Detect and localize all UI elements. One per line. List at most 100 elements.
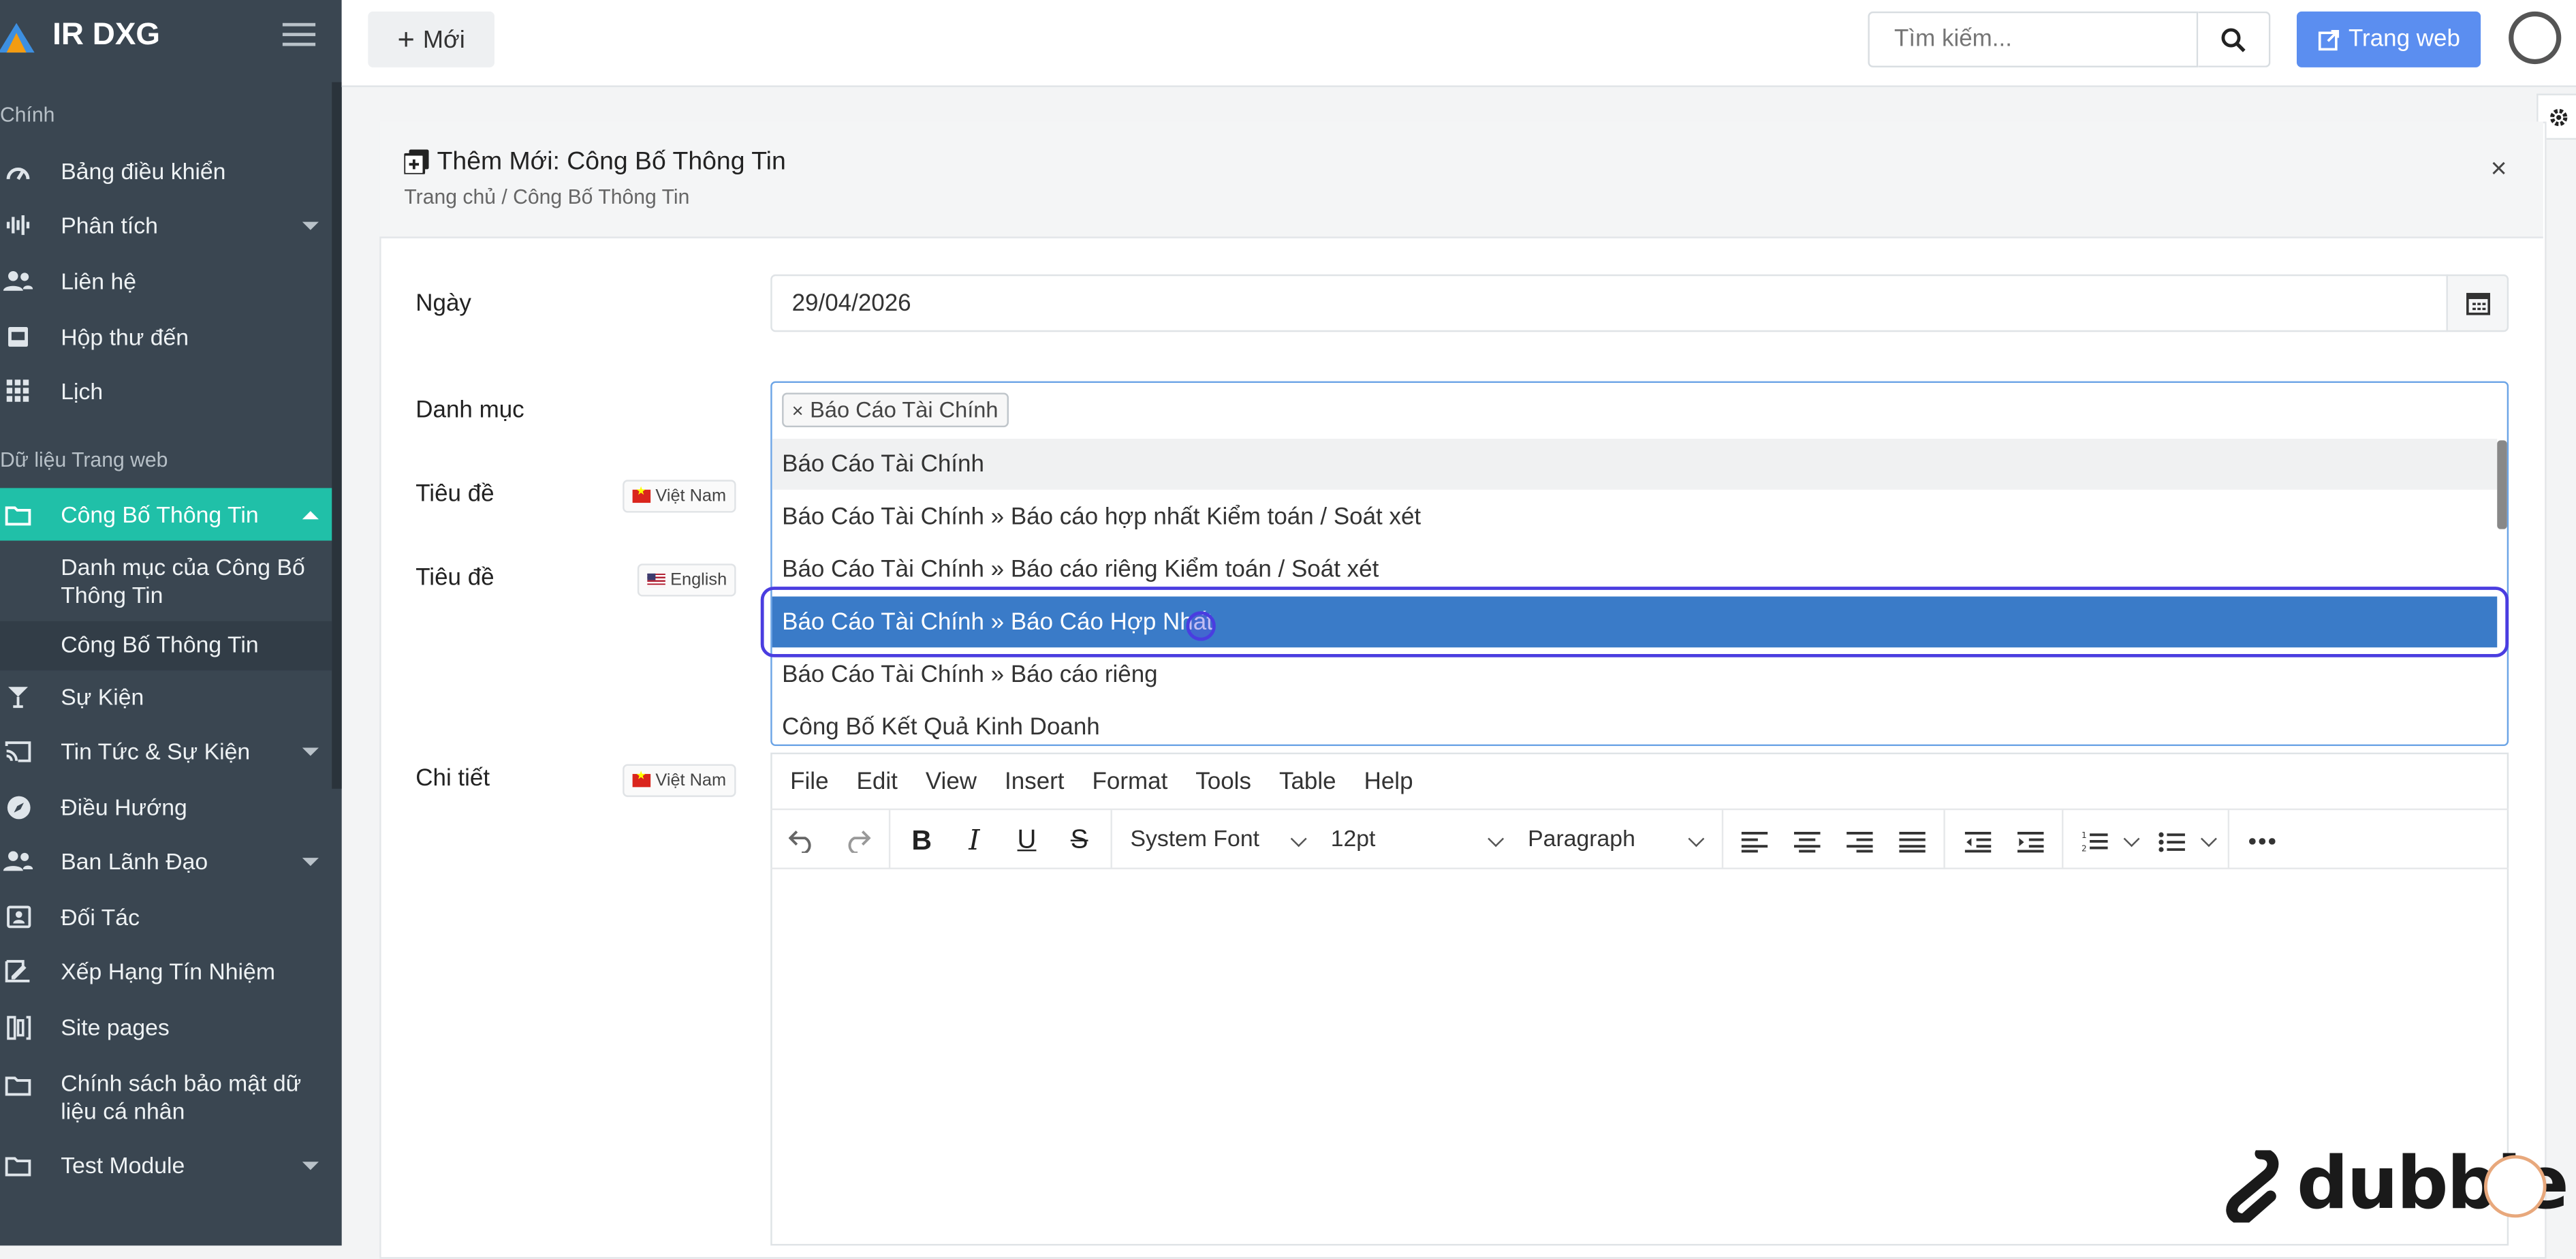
external-link-icon — [2317, 29, 2338, 50]
dropdown-scrollbar[interactable] — [2497, 440, 2507, 529]
sidebar-item-privacy-policy[interactable]: Chính sách bảo mật dữ liệu cá nhân — [0, 1068, 332, 1128]
align-right-icon[interactable] — [1845, 826, 1874, 856]
chevron-down-icon — [302, 1162, 319, 1170]
gauge-icon — [3, 156, 33, 185]
sidebar-item-label: Site pages — [61, 1014, 170, 1040]
sidebar-item-disclosure[interactable]: Công Bố Thông Tin — [0, 488, 332, 541]
menu-insert[interactable]: Insert — [1005, 768, 1064, 795]
folder-icon — [3, 1150, 33, 1179]
sidebar-item-analytics[interactable]: Phân tích — [0, 199, 332, 251]
brand-logo-icon — [0, 22, 35, 53]
menu-file[interactable]: File — [790, 768, 828, 795]
align-justify-icon[interactable] — [1898, 826, 1927, 856]
category-option[interactable]: Báo Cáo Tài Chính » Báo cáo hợp nhất Kiể… — [772, 491, 2498, 542]
waveform-icon — [3, 211, 33, 240]
menu-edit[interactable]: Edit — [857, 768, 898, 795]
search-button[interactable] — [2198, 11, 2271, 67]
app-name: IR DXG — [52, 18, 161, 53]
bullet-list-icon[interactable] — [2157, 826, 2186, 856]
undo-icon[interactable] — [787, 826, 816, 856]
sidebar-item-label: Điều Hướng — [61, 793, 187, 820]
strikethrough-icon[interactable]: S — [1065, 826, 1094, 856]
lang-badge-label: English — [670, 570, 727, 590]
numbered-list-icon[interactable]: 12 — [2080, 826, 2109, 856]
svg-text:2: 2 — [2082, 843, 2087, 852]
category-option[interactable]: Công Bố Kết Quả Kinh Doanh — [772, 702, 2498, 753]
sidebar-item-label: Test Module — [61, 1151, 185, 1179]
menu-toggle-icon[interactable] — [282, 22, 316, 52]
sidebar-item-label: Lịch — [61, 377, 104, 405]
detail-label: Chi tiết — [415, 765, 490, 792]
folder-icon — [3, 1070, 33, 1099]
breadcrumb[interactable]: Trang chủ / Công Bố Thông Tin — [404, 186, 689, 209]
category-option[interactable]: Báo Cáo Tài Chính — [772, 439, 2498, 490]
close-button[interactable]: × — [2491, 153, 2507, 185]
menu-view[interactable]: View — [926, 768, 977, 795]
users-icon — [3, 846, 33, 875]
indent-icon[interactable] — [2016, 826, 2045, 856]
block-format-select[interactable]: Paragraph — [1528, 825, 1635, 852]
sidebar-item-news[interactable]: Tin Tức & Sự Kiện — [0, 725, 332, 777]
remove-tag-icon[interactable]: × — [792, 399, 804, 422]
inbox-icon — [3, 322, 33, 352]
menu-table[interactable]: Table — [1279, 768, 1336, 795]
new-button-label: Mới — [422, 25, 465, 54]
lang-badge-vn[interactable]: Việt Nam — [623, 480, 736, 513]
gear-icon — [2549, 108, 2567, 125]
plus-icon: + — [397, 22, 415, 55]
sidebar-item-leadership[interactable]: Ban Lãnh Đạo — [0, 835, 332, 887]
sidebar-item-site-pages[interactable]: Site pages — [0, 1001, 332, 1053]
search-input[interactable] — [1868, 11, 2199, 67]
sidebar-scrollbar[interactable] — [332, 82, 342, 789]
bold-icon[interactable]: B — [907, 825, 936, 856]
menu-help[interactable]: Help — [1364, 768, 1413, 795]
dubble-logo-icon — [2226, 1150, 2279, 1223]
sidebar-item-label: Công Bố Thông Tin — [61, 501, 259, 528]
chevron-down-icon[interactable] — [2123, 830, 2140, 848]
font-size-select[interactable]: 12pt — [1331, 825, 1376, 852]
chevron-down-icon[interactable] — [2200, 830, 2217, 848]
website-button[interactable]: Trang web — [2296, 11, 2481, 67]
sidebar-item-navigation[interactable]: Điều Hướng — [0, 781, 332, 833]
selected-tag[interactable]: × Báo Cáo Tài Chính — [782, 392, 1008, 428]
sidebar-item-test-module[interactable]: Test Module — [0, 1139, 332, 1192]
sidebar-item-partners[interactable]: Đối Tác — [0, 890, 332, 943]
chevron-up-icon — [302, 511, 319, 520]
menu-format[interactable]: Format — [1093, 768, 1168, 795]
avatar[interactable] — [2509, 11, 2562, 65]
sidebar-item-events[interactable]: Sự Kiện — [0, 670, 332, 723]
lang-badge-vn[interactable]: Việt Nam — [623, 764, 736, 797]
redo-icon[interactable] — [841, 826, 870, 856]
sidebar-item-calendar[interactable]: Lịch — [0, 364, 332, 417]
calendar-icon — [2465, 292, 2489, 315]
align-left-icon[interactable] — [1740, 826, 1769, 856]
sidebar-subitem-categories[interactable]: Danh mục của Công Bố Thông Tin — [61, 554, 324, 610]
new-button[interactable]: + Mới — [368, 11, 495, 67]
sidebar-subitem-disclosure[interactable]: Công Bố Thông Tin — [61, 631, 324, 659]
sidebar-item-inbox[interactable]: Hộp thư đến — [0, 311, 332, 363]
outdent-icon[interactable] — [1963, 826, 1992, 856]
menu-tools[interactable]: Tools — [1195, 768, 1251, 795]
chevron-down-icon — [302, 221, 319, 230]
chevron-down-icon — [1688, 830, 1705, 848]
editor-menubar: File Edit View Insert Format Tools Table… — [770, 753, 1421, 810]
chevron-down-icon — [302, 858, 319, 867]
vietnam-flag-icon — [632, 485, 651, 503]
align-center-icon[interactable] — [1792, 826, 1821, 856]
font-family-select[interactable]: System Font — [1130, 825, 1259, 852]
sidebar-item-dashboard[interactable]: Bảng điều khiển — [0, 144, 332, 197]
sidebar-item-contacts[interactable]: Liên hệ — [0, 255, 332, 307]
calendar-button[interactable] — [2446, 274, 2509, 332]
lang-badge-en[interactable]: English — [637, 563, 737, 597]
add-square-icon — [404, 149, 429, 174]
more-icon[interactable] — [2248, 826, 2277, 856]
date-field[interactable]: 29/04/2026 — [770, 274, 2448, 332]
underline-icon[interactable]: U — [1012, 826, 1041, 856]
lang-badge-label: Việt Nam — [655, 771, 727, 791]
click-indicator — [1186, 611, 1216, 641]
sidebar-item-credit-rating[interactable]: Xếp Hạng Tín Nhiệm — [0, 945, 332, 997]
help-bubble[interactable] — [2483, 1155, 2547, 1218]
section-label-website-data: Dữ liệu Trang web — [0, 448, 168, 472]
italic-icon[interactable]: I — [960, 825, 989, 858]
sidebar: IR DXG Chính Bảng điều khiển Phân tích L… — [0, 0, 342, 1246]
